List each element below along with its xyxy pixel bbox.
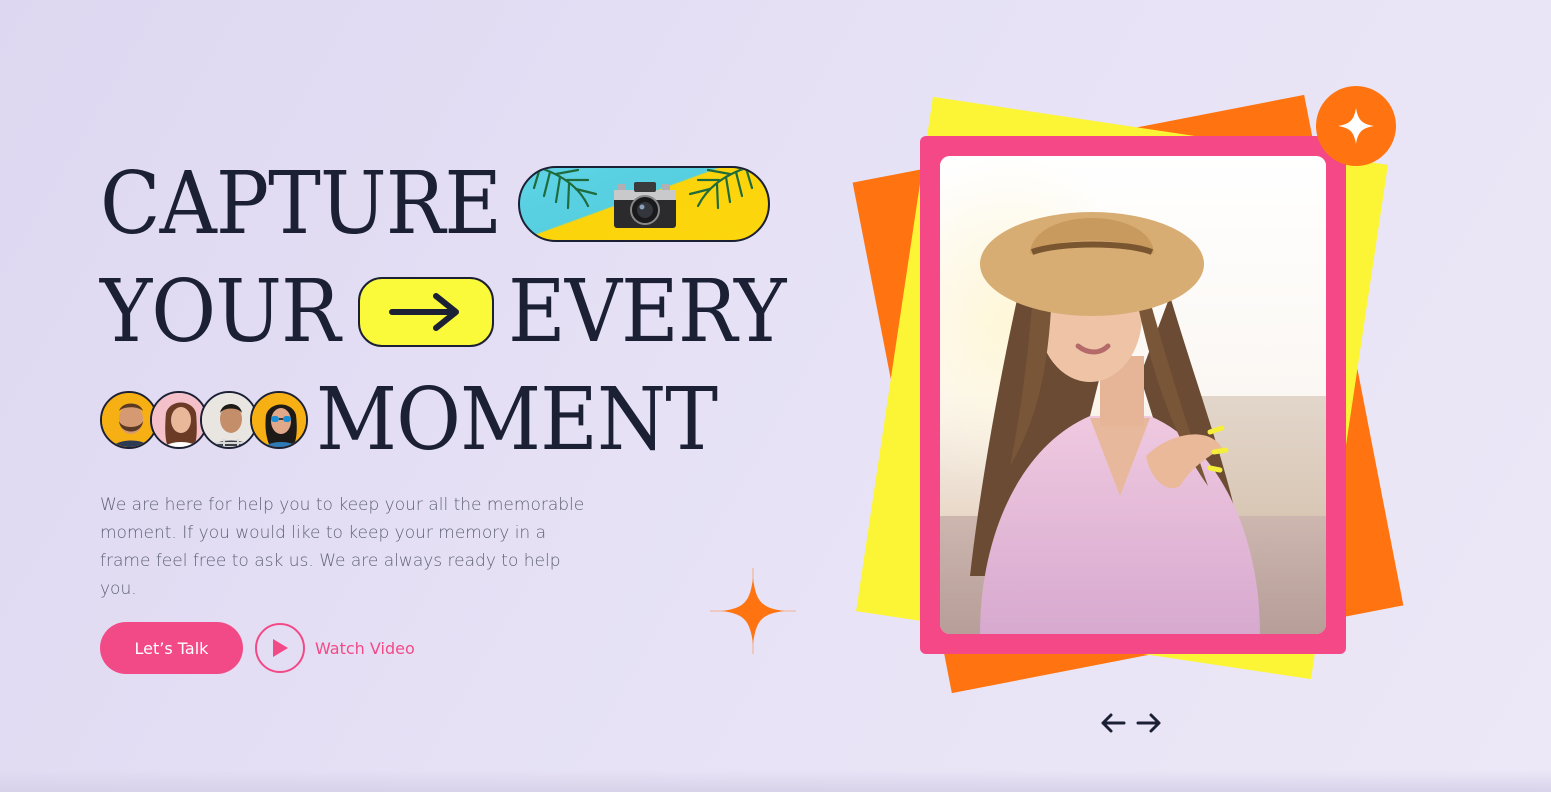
palm-leaf-icon (688, 168, 754, 210)
sparkle-icon (1338, 108, 1374, 144)
prev-slide-button[interactable] (1100, 710, 1126, 736)
cta-group: Let’s Talk Watch Video (100, 622, 415, 674)
photo-gallery (852, 80, 1420, 710)
hero-description: We are here for help you to keep your al… (100, 495, 585, 599)
avatar (250, 391, 308, 449)
arrow-right-icon (1136, 713, 1161, 733)
play-video-button[interactable] (255, 623, 305, 673)
headline-word-moment: MOMENT (316, 370, 718, 470)
headline-word-capture: CAPTURE (100, 154, 502, 254)
sparkle-badge (1316, 86, 1396, 166)
palm-leaf-icon (532, 168, 598, 210)
headline-line-3: MOMENT (100, 366, 783, 474)
arrow-pill (358, 277, 494, 347)
gallery-navigation (1100, 710, 1162, 736)
camera-icon (614, 182, 676, 228)
sparkle-icon (710, 568, 796, 654)
arrow-right-icon (389, 293, 459, 331)
avatar-woman-sunglasses-icon (252, 393, 306, 447)
headline-line-1: CAPTURE (100, 150, 783, 258)
watch-video-link[interactable]: Watch Video (315, 639, 415, 658)
next-slide-button[interactable] (1136, 710, 1162, 736)
woman-portrait-image (940, 156, 1326, 634)
play-icon (273, 639, 288, 657)
lets-talk-button[interactable]: Let’s Talk (100, 622, 243, 674)
hero-headline: CAPTURE YOUR EVERY MOMENT (100, 150, 786, 474)
camera-pill-image (518, 166, 770, 242)
featured-photo (940, 156, 1326, 634)
headline-word-your: YOUR (100, 262, 341, 362)
headline-word-every: EVERY (508, 262, 786, 362)
arrow-left-icon (1101, 713, 1126, 733)
avatar-group (100, 391, 308, 449)
headline-line-2: YOUR EVERY (100, 258, 786, 366)
photo-frame (920, 136, 1346, 654)
bottom-shadow (0, 770, 1551, 792)
